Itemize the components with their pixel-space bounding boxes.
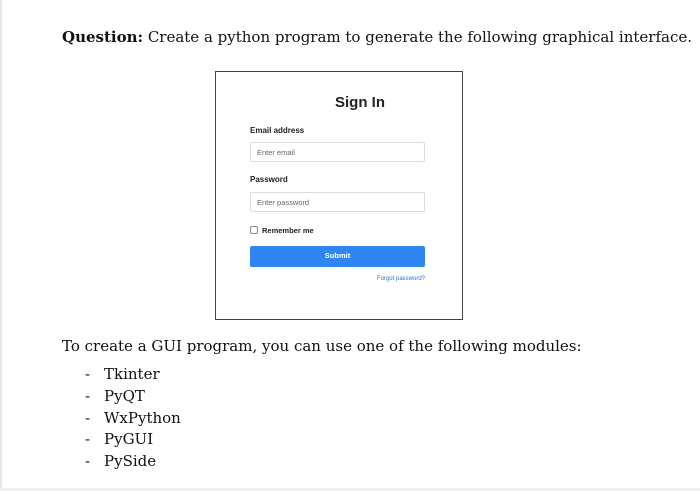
email-field[interactable]: Enter email [250, 142, 425, 162]
remember-checkbox[interactable] [250, 226, 258, 234]
signin-form-image: Sign In Email address Enter email Passwo… [215, 71, 463, 320]
scan-edge-left [0, 0, 2, 491]
forgot-password-link[interactable]: Forgot password? [250, 276, 425, 282]
module-list-item: - WxPython [85, 408, 181, 430]
module-list-item: - Tkinter [85, 364, 181, 386]
email-label: Email address [250, 126, 305, 135]
bullet-dash: - [85, 430, 91, 449]
bullet-dash: - [85, 365, 91, 383]
module-list-item: - PyQT [85, 386, 181, 408]
remember-label: Remember me [262, 225, 314, 235]
password-field[interactable]: Enter password [250, 192, 425, 212]
module-list-item: - PySide [85, 451, 181, 473]
question-text: Question: Create a python program to gen… [62, 27, 692, 47]
bullet-dash: - [85, 386, 91, 405]
password-label: Password [250, 175, 288, 184]
bullet-dash: - [85, 452, 91, 471]
question-body: Create a python program to generate the … [143, 28, 692, 46]
bullet-dash: - [85, 408, 91, 427]
signin-title: Sign In [335, 94, 385, 111]
module-name: PyQT [104, 386, 145, 405]
submit-button[interactable]: Submit [250, 246, 425, 267]
question-label: Question: [62, 28, 144, 46]
module-name: WxPython [104, 408, 181, 427]
module-name: Tkinter [104, 365, 160, 383]
module-name: PyGUI [104, 430, 154, 449]
remember-me-row[interactable]: Remember me [250, 224, 314, 236]
modules-intro: To create a GUI program, you can use one… [62, 337, 582, 355]
module-name: PySide [104, 452, 157, 471]
module-list-item: - PyGUI [85, 429, 181, 451]
module-list: - Tkinter - PyQT - WxPython - PyGUI - PySide [85, 364, 181, 473]
